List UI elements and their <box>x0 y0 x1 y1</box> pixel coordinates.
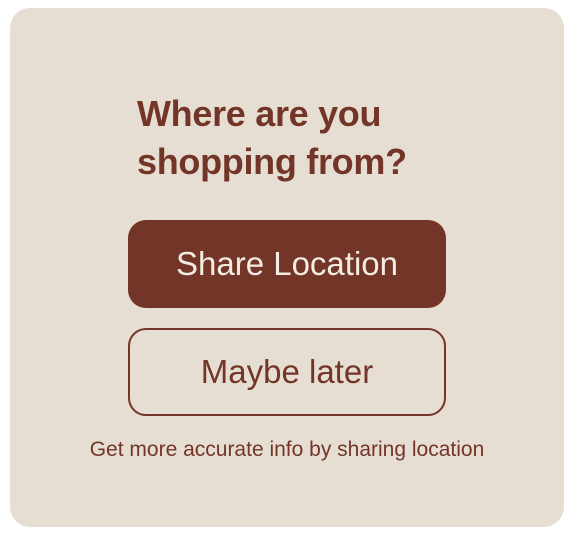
dialog-title-line-2: shopping from? <box>137 141 407 182</box>
dialog-title: Where are you shopping from? <box>137 90 457 186</box>
dialog-title-line-1: Where are you <box>137 93 382 134</box>
maybe-later-button[interactable]: Maybe later <box>128 328 446 416</box>
location-prompt-card: Where are you shopping from? Share Locat… <box>10 8 564 527</box>
share-location-button[interactable]: Share Location <box>128 220 446 308</box>
helper-text: Get more accurate info by sharing locati… <box>89 438 485 461</box>
